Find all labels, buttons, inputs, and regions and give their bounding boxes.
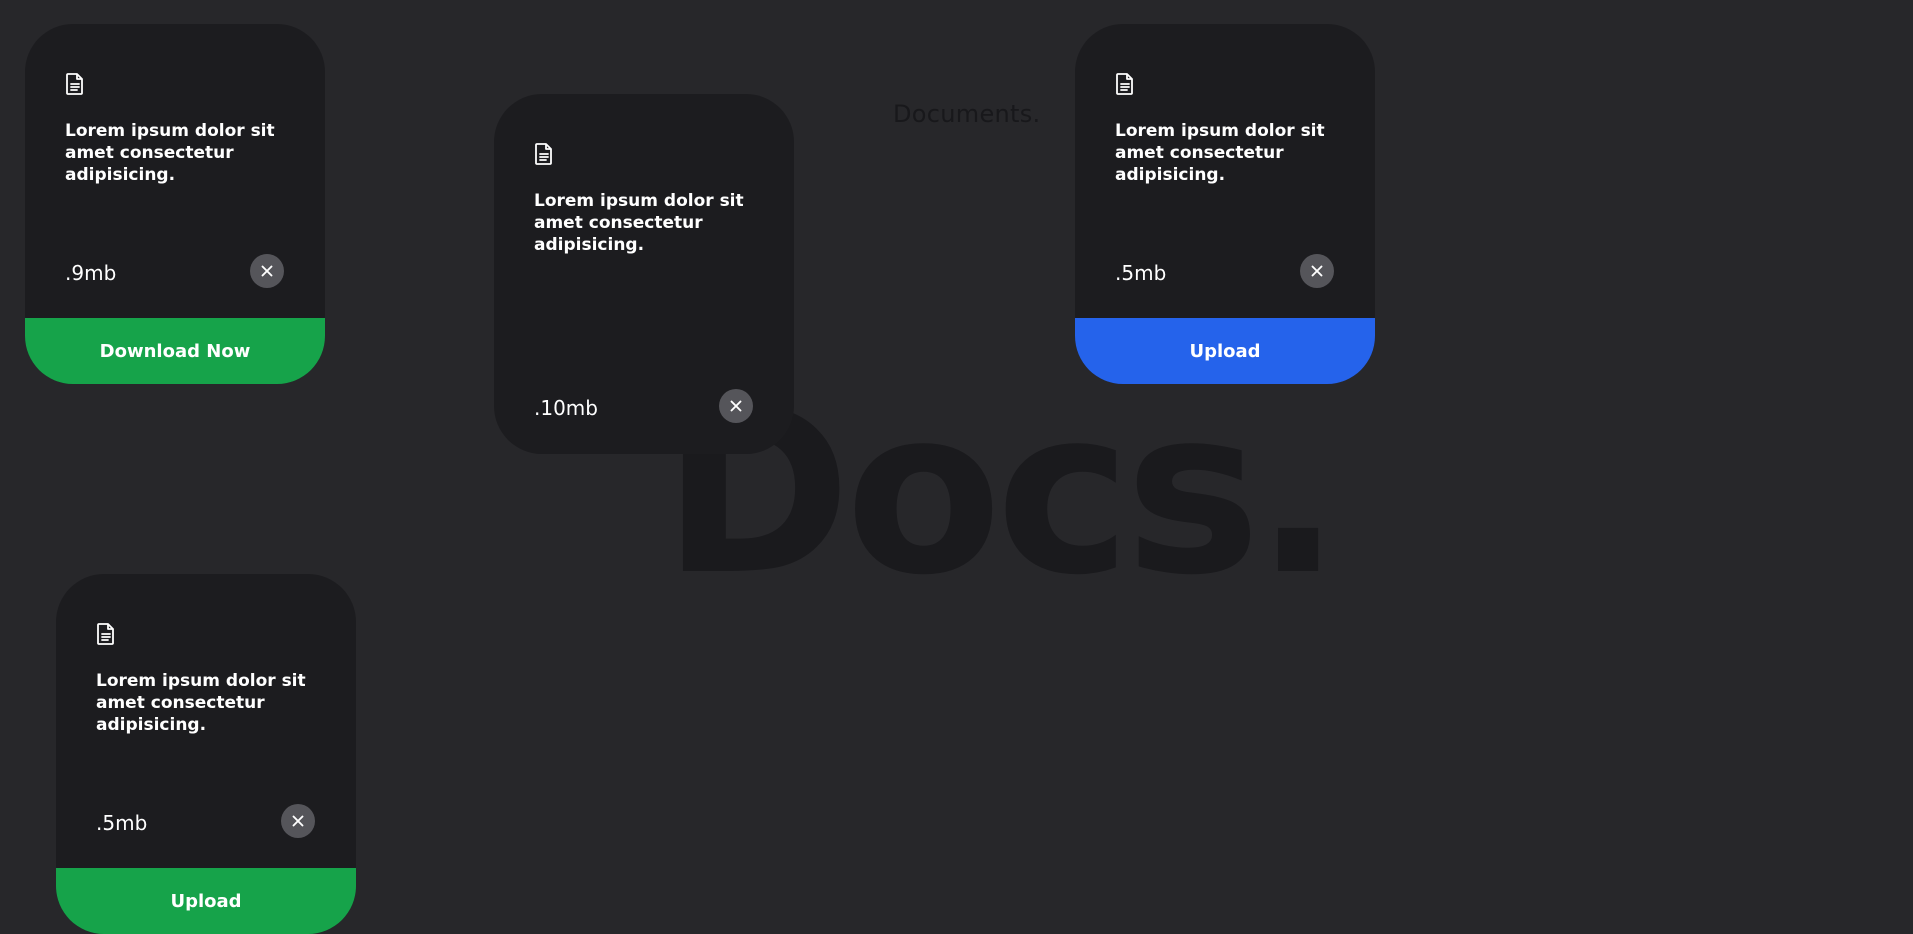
- close-button[interactable]: [1300, 254, 1334, 288]
- close-button[interactable]: [719, 389, 753, 423]
- file-size: .5mb: [96, 811, 148, 835]
- file-size: .5mb: [1115, 261, 1167, 285]
- document-icon: [65, 72, 85, 96]
- card-description: Lorem ipsum dolor sit amet consectetur a…: [534, 191, 744, 255]
- close-button[interactable]: [281, 804, 315, 838]
- upload-button[interactable]: Upload: [56, 868, 356, 934]
- close-button[interactable]: [250, 254, 284, 288]
- close-icon: [261, 265, 273, 277]
- download-now-button[interactable]: Download Now: [25, 318, 325, 384]
- document-card: Lorem ipsum dolor sit amet consectetur a…: [25, 24, 325, 384]
- card-description: Lorem ipsum dolor sit amet consectetur a…: [65, 121, 275, 185]
- document-icon: [96, 622, 116, 646]
- file-size: .9mb: [65, 261, 117, 285]
- document-icon: [1115, 72, 1135, 96]
- close-icon: [730, 400, 742, 412]
- upload-button[interactable]: Upload: [1075, 318, 1375, 384]
- file-size: .10mb: [534, 396, 598, 420]
- card-body: Lorem ipsum dolor sit amet consectetur a…: [494, 94, 794, 454]
- document-card: Lorem ipsum dolor sit amet consectetur a…: [1075, 24, 1375, 384]
- card-description: Lorem ipsum dolor sit amet consectetur a…: [1115, 121, 1325, 185]
- card-body: Lorem ipsum dolor sit amet consectetur a…: [25, 24, 325, 318]
- card-description: Lorem ipsum dolor sit amet consectetur a…: [96, 671, 306, 735]
- card-body: Lorem ipsum dolor sit amet consectetur a…: [56, 574, 356, 868]
- close-icon: [292, 815, 304, 827]
- document-card: Lorem ipsum dolor sit amet consectetur a…: [494, 94, 794, 454]
- document-card: Lorem ipsum dolor sit amet consectetur a…: [56, 574, 356, 934]
- page-subtitle: Documents.: [893, 100, 1041, 128]
- close-icon: [1311, 265, 1323, 277]
- document-icon: [534, 142, 554, 166]
- card-body: Lorem ipsum dolor sit amet consectetur a…: [1075, 24, 1375, 318]
